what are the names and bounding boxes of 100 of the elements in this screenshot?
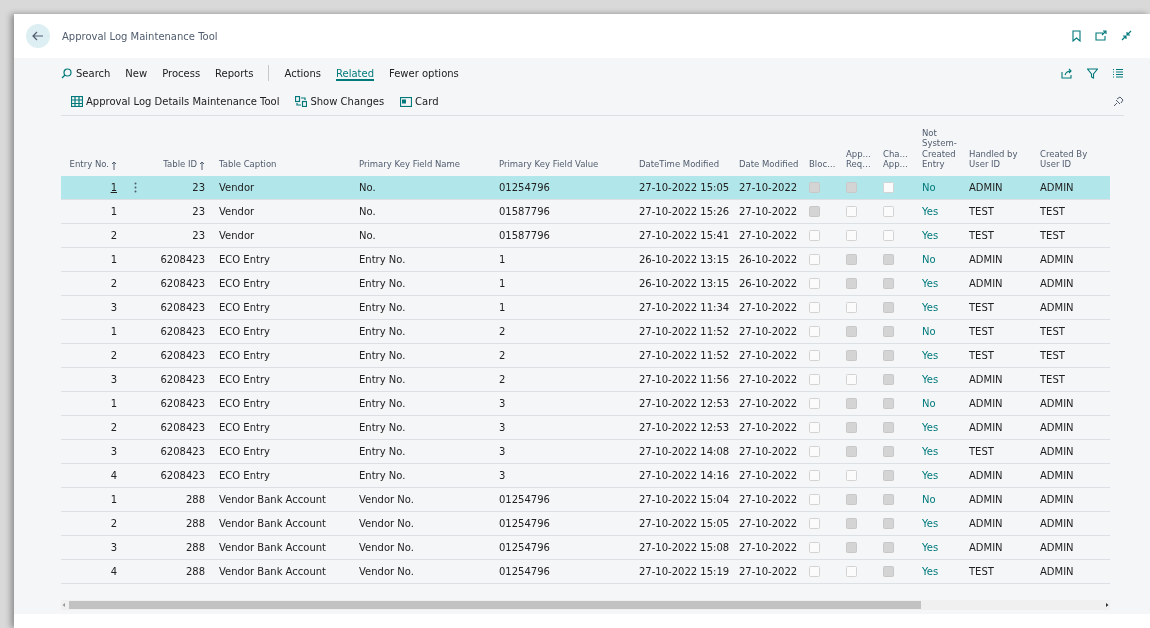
table-row[interactable]: 1 6208423 ECO Entry Entry No. 1 26-10-2022 13:15 26-10-2022 No ADMIN ADMIN: [61, 248, 1110, 272]
table-cell-text: TEST: [1039, 230, 1066, 241]
action-menu-tab[interactable]: Reports: [215, 65, 254, 81]
table-cell-text: 6208423: [159, 326, 206, 337]
link[interactable]: Yes: [922, 542, 939, 553]
action-menu-tab[interactable]: Actions: [284, 65, 321, 81]
filter-icon[interactable]: [1087, 67, 1098, 79]
action-menu-tab[interactable]: Process: [162, 65, 201, 81]
share-icon[interactable]: [1061, 67, 1073, 79]
bookmark-icon[interactable]: [1072, 30, 1081, 42]
table-cell-text: 3: [109, 302, 118, 313]
link[interactable]: No: [922, 494, 936, 505]
table-row[interactable]: 2 6208423 ECO Entry Entry No. 2 27-10-2022 11:52 27-10-2022 Yes TEST TEST: [61, 344, 1110, 368]
table-cell-text: ADMIN: [968, 494, 1004, 505]
toolbar-button[interactable]: Approval Log Details Maintenance Tool: [71, 96, 280, 107]
link[interactable]: Yes: [922, 230, 939, 241]
horizontal-scrollbar[interactable]: [61, 600, 1110, 610]
link[interactable]: No: [922, 182, 936, 193]
link[interactable]: Yes: [922, 302, 939, 313]
table-cell-text: Entry No.: [358, 326, 407, 337]
table-cell-text: ADMIN: [1039, 302, 1075, 313]
table-cell-text: TEST: [1039, 326, 1066, 337]
table-row[interactable]: 2 23 Vendor No. 01587796 27-10-2022 15:41 27-10-2022 Yes TEST TEST: [61, 224, 1110, 248]
table-cell-text: 27-10-2022 12:53: [638, 422, 731, 433]
link[interactable]: Yes: [922, 518, 939, 529]
action-menu-tab[interactable]: Related: [336, 65, 374, 81]
collapse-icon[interactable]: [1121, 30, 1132, 41]
link[interactable]: No: [922, 326, 936, 337]
table-cell-text: Entry No.: [358, 398, 407, 409]
table-row[interactable]: 1 23 Vendor No. 01254796 27-10-2022 15:05 27-10-2022 No ADMIN ADMIN: [61, 176, 1110, 200]
column-header[interactable]: Created By User ID: [1040, 148, 1103, 170]
table-row[interactable]: 3 6208423 ECO Entry Entry No. 1 27-10-2022 11:34 27-10-2022 Yes TEST ADMIN: [61, 296, 1110, 320]
table-cell-text: TEST: [968, 566, 995, 577]
column-header[interactable]: App… Req…: [846, 148, 874, 170]
table-row[interactable]: 3 6208423 ECO Entry Entry No. 3 27-10-2022 14:08 27-10-2022 Yes TEST ADMIN: [61, 440, 1110, 464]
table-cell-text: 3: [498, 470, 507, 481]
table-cell-text: 26-10-2022: [738, 278, 799, 289]
column-header[interactable]: DateTime Modified: [639, 159, 720, 170]
action-menu-tab[interactable]: New: [125, 65, 148, 81]
column-header[interactable]: Entry No.: [69, 159, 109, 170]
column-header[interactable]: Handled by User ID: [969, 148, 1031, 170]
table-cell-text: 27-10-2022 14:08: [638, 446, 731, 457]
link[interactable]: Yes: [922, 566, 939, 577]
sort-arrow-icon: [111, 161, 117, 170]
table-row[interactable]: 1 6208423 ECO Entry Entry No. 2 27-10-2022 11:52 27-10-2022 No TEST TEST: [61, 320, 1110, 344]
search-button[interactable]: Search: [61, 65, 111, 81]
column-header[interactable]: Not System-Created Entry: [922, 127, 960, 170]
toolbar-button[interactable]: Show Changes: [295, 96, 385, 107]
table-row[interactable]: 1 288 Vendor Bank Account Vendor No. 01254796 27-10-2022 15:04 27-10-2022 No ADMIN ADMIN: [61, 488, 1110, 512]
table-row[interactable]: 4 288 Vendor Bank Account Vendor No. 01254796 27-10-2022 15:19 27-10-2022 Yes TEST ADMIN: [61, 560, 1110, 584]
table-cell-text: 288: [184, 494, 206, 505]
table-cell-text: TEST: [968, 230, 995, 241]
link[interactable]: Yes: [922, 206, 939, 217]
table-cell-text: ADMIN: [968, 542, 1004, 553]
link[interactable]: Yes: [922, 278, 939, 289]
table-cell-text: TEST: [1039, 206, 1066, 217]
link[interactable]: Yes: [922, 374, 939, 385]
action-menu-tab[interactable]: Fewer options: [389, 65, 459, 81]
link[interactable]: No: [922, 254, 936, 265]
table-cell-text: 2: [109, 422, 118, 433]
table-row[interactable]: 2 6208423 ECO Entry Entry No. 1 26-10-2022 13:15 26-10-2022 Yes ADMIN ADMIN: [61, 272, 1110, 296]
table-cell-text: ECO Entry: [218, 254, 271, 265]
table-row[interactable]: 4 6208423 ECO Entry Entry No. 3 27-10-2022 14:16 27-10-2022 Yes ADMIN ADMIN: [61, 464, 1110, 488]
list-icon[interactable]: [1112, 67, 1124, 78]
table-cell-text: 2: [498, 374, 507, 385]
table-row[interactable]: 2 288 Vendor Bank Account Vendor No. 01254796 27-10-2022 15:05 27-10-2022 Yes ADMIN ADMIN: [61, 512, 1110, 536]
table-cell-text: 27-10-2022: [738, 326, 799, 337]
table-cell-text: ECO Entry: [218, 350, 271, 361]
link[interactable]: Yes: [922, 470, 939, 481]
column-header[interactable]: Primary Key Field Name: [359, 159, 461, 170]
column-header[interactable]: Cha… App…: [883, 148, 913, 170]
link[interactable]: Yes: [922, 422, 939, 433]
table-cell-text: 23: [191, 182, 206, 193]
table-row[interactable]: 3 6208423 ECO Entry Entry No. 2 27-10-2022 11:56 27-10-2022 Yes ADMIN TEST: [61, 368, 1110, 392]
table-cell-text: Vendor No.: [358, 494, 415, 505]
toolbar-button[interactable]: Card: [400, 96, 439, 107]
more-options-icon[interactable]: [133, 182, 137, 193]
link[interactable]: No: [922, 398, 936, 409]
pop-out-icon[interactable]: [1095, 30, 1107, 41]
scroll-right-icon[interactable]: [1104, 602, 1110, 608]
table-cell-text: TEST: [968, 326, 995, 337]
table-row[interactable]: 1 23 Vendor No. 01587796 27-10-2022 15:26 27-10-2022 Yes TEST TEST: [61, 200, 1110, 224]
link[interactable]: Yes: [922, 350, 939, 361]
table-cell-text: ADMIN: [968, 422, 1004, 433]
column-header[interactable]: Table ID: [163, 159, 197, 170]
link[interactable]: Yes: [922, 446, 939, 457]
pin-icon[interactable]: [1113, 96, 1124, 107]
table-cell-text: 27-10-2022 15:19: [638, 566, 731, 577]
table-row[interactable]: 2 6208423 ECO Entry Entry No. 3 27-10-2022 12:53 27-10-2022 Yes ADMIN ADMIN: [61, 416, 1110, 440]
table-row[interactable]: 1 6208423 ECO Entry Entry No. 3 27-10-2022 12:53 27-10-2022 No ADMIN ADMIN: [61, 392, 1110, 416]
table-cell-text: Vendor: [218, 182, 256, 193]
table-cell-text: ECO Entry: [218, 302, 271, 313]
table-row[interactable]: 3 288 Vendor Bank Account Vendor No. 01254796 27-10-2022 15:08 27-10-2022 Yes ADMIN ADMIN: [61, 536, 1110, 560]
column-header[interactable]: Bloc…: [809, 159, 836, 170]
column-header[interactable]: Date Modified: [739, 159, 799, 170]
column-header[interactable]: Table Caption: [219, 159, 277, 170]
table-cell-text: 1: [109, 326, 118, 337]
column-header[interactable]: Primary Key Field Value: [499, 159, 599, 170]
table-cell-text: ECO Entry: [218, 470, 271, 481]
table-cell-text: 27-10-2022: [738, 446, 799, 457]
